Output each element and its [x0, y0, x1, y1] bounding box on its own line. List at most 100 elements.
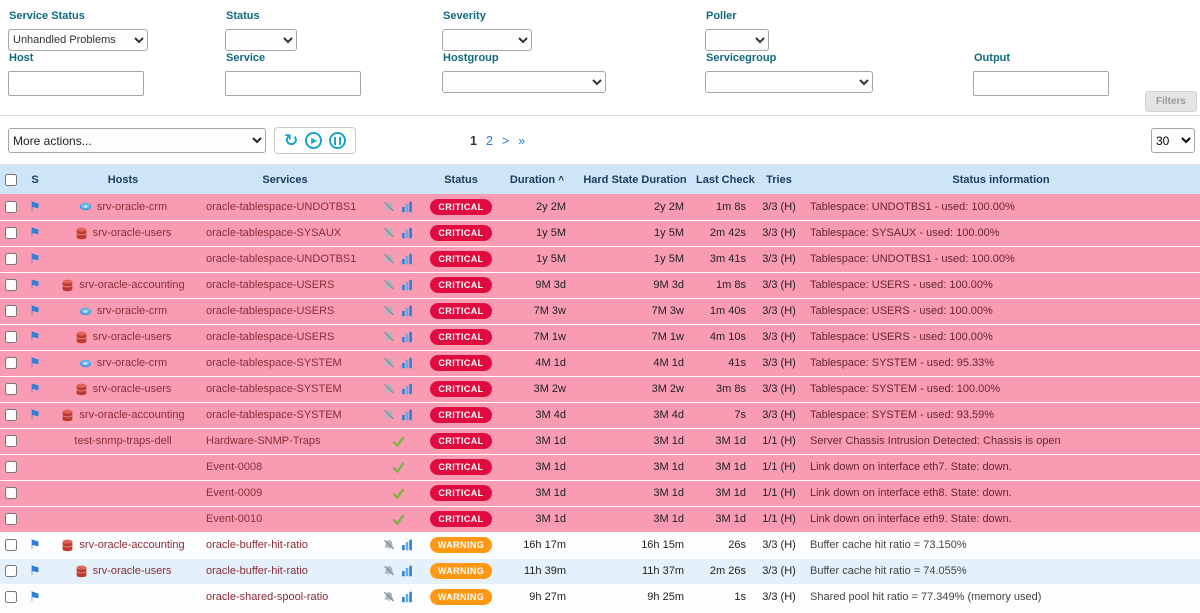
chart-icon[interactable]	[401, 591, 413, 603]
chart-icon[interactable]	[401, 357, 413, 369]
col-header-hosts[interactable]: Hosts	[48, 165, 198, 194]
row-checkbox[interactable]	[5, 487, 17, 499]
host-link[interactable]: srv-oracle-crm	[97, 305, 167, 317]
service-link[interactable]: oracle-tablespace-SYSTEM	[206, 383, 342, 395]
chart-icon[interactable]	[401, 253, 413, 265]
service-link[interactable]: oracle-tablespace-USERS	[206, 305, 334, 317]
status-select[interactable]	[225, 29, 297, 51]
row-checkbox[interactable]	[5, 565, 17, 577]
col-header-s[interactable]: S	[22, 165, 48, 194]
flag-icon[interactable]: ⚑	[29, 407, 41, 422]
passive-check-icon[interactable]	[392, 461, 405, 474]
page-size-select[interactable]: 30	[1151, 128, 1195, 153]
pagination-page-1[interactable]: 1	[470, 134, 477, 148]
bell-muted-icon[interactable]	[383, 539, 395, 551]
passive-check-icon[interactable]	[392, 513, 405, 526]
flag-icon[interactable]: ⚑	[29, 329, 41, 344]
col-header-status[interactable]: Status	[424, 165, 498, 194]
service-input[interactable]	[225, 71, 361, 96]
row-checkbox[interactable]	[5, 591, 17, 603]
row-checkbox[interactable]	[5, 409, 17, 421]
pause-icon[interactable]	[329, 132, 346, 149]
row-checkbox[interactable]	[5, 435, 17, 447]
row-checkbox[interactable]	[5, 539, 17, 551]
chart-icon[interactable]	[401, 409, 413, 421]
pagination-last-icon[interactable]: »	[518, 134, 525, 148]
flag-icon[interactable]: ⚑	[29, 537, 41, 552]
service-link[interactable]: oracle-tablespace-UNDOTBS1	[206, 201, 356, 213]
host-link[interactable]: srv-oracle-accounting	[79, 539, 184, 551]
hostgroup-select[interactable]	[442, 71, 606, 93]
bell-muted-icon[interactable]	[383, 227, 395, 239]
play-icon[interactable]: ▶	[305, 132, 322, 149]
service-link[interactable]: oracle-buffer-hit-ratio	[206, 565, 308, 577]
col-header-hard-state-duration[interactable]: Hard State Duration	[576, 165, 694, 194]
service-link[interactable]: oracle-tablespace-USERS	[206, 279, 334, 291]
bell-muted-icon[interactable]	[383, 591, 395, 603]
host-link[interactable]: srv-oracle-users	[93, 383, 172, 395]
filters-button[interactable]: Filters	[1145, 91, 1197, 112]
host-link[interactable]: srv-oracle-accounting	[79, 409, 184, 421]
service-link[interactable]: Hardware-SNMP-Traps	[206, 435, 321, 447]
flag-icon[interactable]: ⚑	[29, 251, 41, 266]
row-checkbox[interactable]	[5, 253, 17, 265]
flag-icon[interactable]: ⚑	[29, 277, 41, 292]
row-checkbox[interactable]	[5, 461, 17, 473]
row-checkbox[interactable]	[5, 357, 17, 369]
service-link[interactable]: oracle-shared-spool-ratio	[206, 591, 328, 603]
chart-icon[interactable]	[401, 227, 413, 239]
host-input[interactable]	[8, 71, 144, 96]
service-link[interactable]: Event-0009	[206, 487, 262, 499]
bell-muted-icon[interactable]	[383, 565, 395, 577]
row-checkbox[interactable]	[5, 383, 17, 395]
chart-icon[interactable]	[401, 539, 413, 551]
passive-check-icon[interactable]	[392, 487, 405, 500]
bell-muted-icon[interactable]	[383, 357, 395, 369]
service-link[interactable]: oracle-tablespace-SYSAUX	[206, 227, 341, 239]
chart-icon[interactable]	[401, 201, 413, 213]
host-link[interactable]: srv-oracle-users	[93, 331, 172, 343]
flag-icon[interactable]: ⚑	[29, 589, 41, 604]
host-link[interactable]: srv-oracle-accounting	[79, 279, 184, 291]
flag-icon[interactable]: ⚑	[29, 381, 41, 396]
refresh-icon[interactable]: ↻	[284, 132, 298, 149]
chart-icon[interactable]	[401, 279, 413, 291]
service-link[interactable]: oracle-buffer-hit-ratio	[206, 539, 308, 551]
bell-muted-icon[interactable]	[383, 201, 395, 213]
row-checkbox[interactable]	[5, 513, 17, 525]
col-header-services[interactable]: Services	[198, 165, 372, 194]
service-link[interactable]: oracle-tablespace-UNDOTBS1	[206, 253, 356, 265]
flag-icon[interactable]: ⚑	[29, 563, 41, 578]
pagination-page-2[interactable]: 2	[486, 134, 493, 148]
chart-icon[interactable]	[401, 383, 413, 395]
output-input[interactable]	[973, 71, 1109, 96]
bell-muted-icon[interactable]	[383, 409, 395, 421]
bell-muted-icon[interactable]	[383, 305, 395, 317]
flag-icon[interactable]: ⚑	[29, 303, 41, 318]
bell-muted-icon[interactable]	[383, 279, 395, 291]
host-link[interactable]: srv-oracle-users	[93, 227, 172, 239]
select-all-checkbox[interactable]	[5, 174, 17, 186]
host-link[interactable]: srv-oracle-crm	[97, 357, 167, 369]
chart-icon[interactable]	[401, 565, 413, 577]
service-link[interactable]: Event-0008	[206, 461, 262, 473]
passive-check-icon[interactable]	[392, 435, 405, 448]
row-checkbox[interactable]	[5, 279, 17, 291]
col-header-status-information[interactable]: Status information	[802, 165, 1200, 194]
flag-icon[interactable]: ⚑	[29, 225, 41, 240]
bell-muted-icon[interactable]	[383, 253, 395, 265]
chart-icon[interactable]	[401, 305, 413, 317]
more-actions-select[interactable]: More actions...	[8, 128, 266, 153]
host-link[interactable]: test-snmp-traps-dell	[74, 435, 171, 447]
col-header-duration[interactable]: Duration ^	[498, 165, 576, 194]
flag-icon[interactable]: ⚑	[29, 355, 41, 370]
service-status-select[interactable]: Unhandled Problems	[8, 29, 148, 51]
bell-muted-icon[interactable]	[383, 383, 395, 395]
host-link[interactable]: srv-oracle-crm	[97, 201, 167, 213]
row-checkbox[interactable]	[5, 201, 17, 213]
severity-select[interactable]	[442, 29, 532, 51]
bell-muted-icon[interactable]	[383, 331, 395, 343]
service-link[interactable]: Event-0010	[206, 513, 262, 525]
poller-select[interactable]	[705, 29, 769, 51]
row-checkbox[interactable]	[5, 227, 17, 239]
